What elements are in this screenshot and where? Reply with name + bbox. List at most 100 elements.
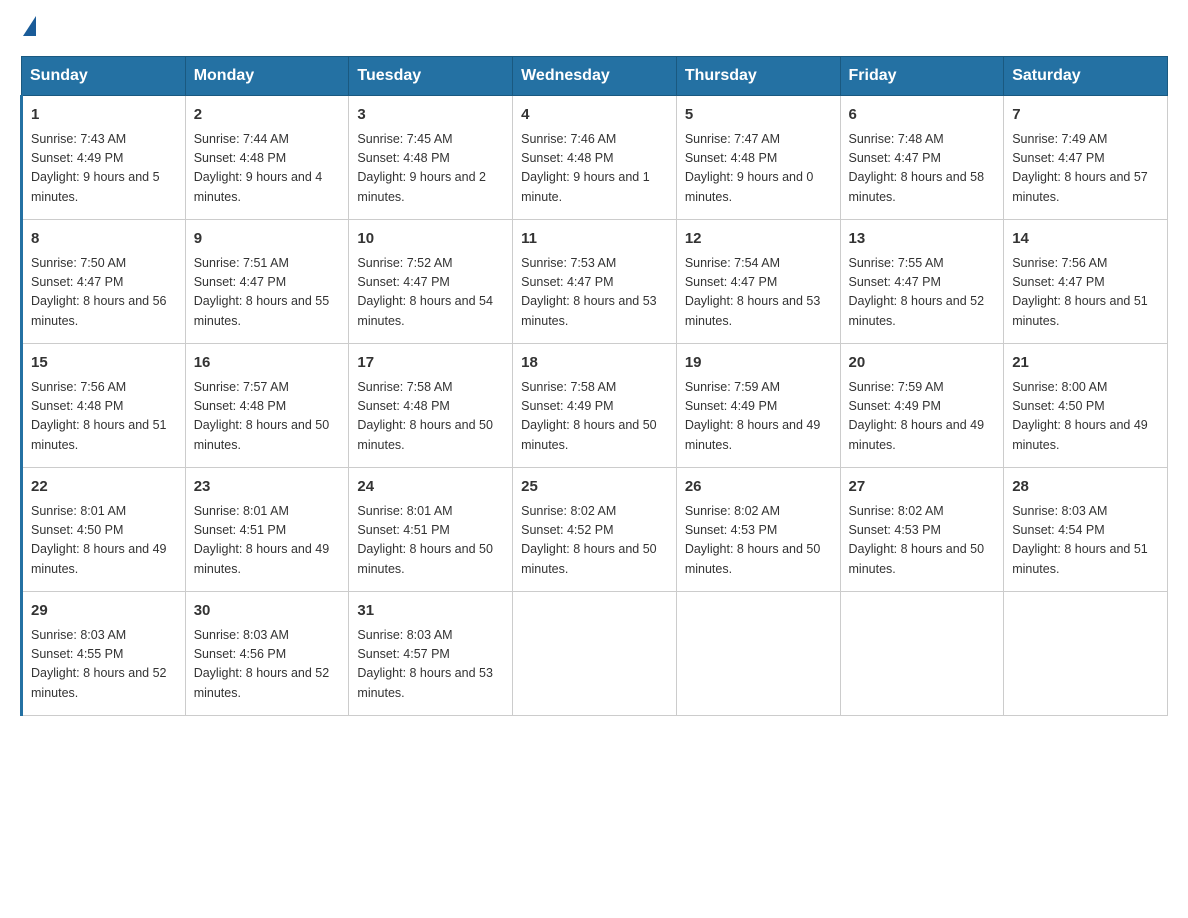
day-info: Sunrise: 8:02 AMSunset: 4:53 PMDaylight:… [685, 502, 832, 580]
calendar-cell: 7 Sunrise: 7:49 AMSunset: 4:47 PMDaylight… [1004, 96, 1168, 220]
day-info: Sunrise: 8:03 AMSunset: 4:56 PMDaylight:… [194, 626, 341, 704]
day-number: 28 [1012, 476, 1159, 499]
day-info: Sunrise: 7:49 AMSunset: 4:47 PMDaylight:… [1012, 130, 1159, 208]
calendar-cell: 28 Sunrise: 8:03 AMSunset: 4:54 PMDayligh… [1004, 468, 1168, 592]
calendar-cell: 20 Sunrise: 7:59 AMSunset: 4:49 PMDayligh… [840, 344, 1004, 468]
calendar-week-2: 8Sunrise: 7:50 AMSunset: 4:47 PMDaylight… [22, 220, 1168, 344]
calendar-cell: 29Sunrise: 8:03 AMSunset: 4:55 PMDayligh… [22, 592, 186, 716]
calendar-cell: 9Sunrise: 7:51 AMSunset: 4:47 PMDaylight… [185, 220, 349, 344]
day-number: 23 [194, 476, 341, 499]
calendar-cell: 27Sunrise: 8:02 AMSunset: 4:53 PMDayligh… [840, 468, 1004, 592]
calendar-cell: 2 Sunrise: 7:44 AMSunset: 4:48 PMDaylight… [185, 96, 349, 220]
day-info: Sunrise: 8:03 AMSunset: 4:55 PMDaylight:… [31, 626, 177, 704]
calendar-table: SundayMondayTuesdayWednesdayThursdayFrid… [20, 56, 1168, 716]
calendar-cell: 6 Sunrise: 7:48 AMSunset: 4:47 PMDaylight… [840, 96, 1004, 220]
day-info: Sunrise: 7:56 AMSunset: 4:48 PMDaylight:… [31, 378, 177, 456]
calendar-cell: 25 Sunrise: 8:02 AMSunset: 4:52 PMDayligh… [513, 468, 677, 592]
day-number: 21 [1012, 352, 1159, 375]
day-info: Sunrise: 7:58 AMSunset: 4:48 PMDaylight:… [357, 378, 504, 456]
calendar-cell: 18 Sunrise: 7:58 AMSunset: 4:49 PMDayligh… [513, 344, 677, 468]
day-info: Sunrise: 7:50 AMSunset: 4:47 PMDaylight:… [31, 254, 177, 332]
col-header-wednesday: Wednesday [513, 57, 677, 96]
calendar-cell: 12 Sunrise: 7:54 AMSunset: 4:47 PMDayligh… [676, 220, 840, 344]
calendar-cell: 10 Sunrise: 7:52 AMSunset: 4:47 PMDayligh… [349, 220, 513, 344]
calendar-cell: 1 Sunrise: 7:43 AMSunset: 4:49 PMDaylight… [22, 96, 186, 220]
day-number: 9 [194, 228, 341, 251]
day-info: Sunrise: 7:59 AMSunset: 4:49 PMDaylight:… [685, 378, 832, 456]
day-info: Sunrise: 8:01 AMSunset: 4:50 PMDaylight:… [31, 502, 177, 580]
day-info: Sunrise: 7:48 AMSunset: 4:47 PMDaylight:… [849, 130, 996, 208]
day-info: Sunrise: 8:03 AMSunset: 4:54 PMDaylight:… [1012, 502, 1159, 580]
day-number: 22 [31, 476, 177, 499]
day-number: 16 [194, 352, 341, 375]
calendar-cell: 23 Sunrise: 8:01 AMSunset: 4:51 PMDayligh… [185, 468, 349, 592]
col-header-saturday: Saturday [1004, 57, 1168, 96]
day-info: Sunrise: 7:53 AMSunset: 4:47 PMDaylight:… [521, 254, 668, 332]
calendar-cell: 14 Sunrise: 7:56 AMSunset: 4:47 PMDayligh… [1004, 220, 1168, 344]
day-number: 31 [357, 600, 504, 623]
day-number: 10 [357, 228, 504, 251]
calendar-cell: 30 Sunrise: 8:03 AMSunset: 4:56 PMDayligh… [185, 592, 349, 716]
calendar-cell: 4 Sunrise: 7:46 AMSunset: 4:48 PMDaylight… [513, 96, 677, 220]
col-header-monday: Monday [185, 57, 349, 96]
day-info: Sunrise: 7:47 AMSunset: 4:48 PMDaylight:… [685, 130, 832, 208]
day-number: 19 [685, 352, 832, 375]
day-info: Sunrise: 7:44 AMSunset: 4:48 PMDaylight:… [194, 130, 341, 208]
day-number: 20 [849, 352, 996, 375]
col-header-tuesday: Tuesday [349, 57, 513, 96]
col-header-sunday: Sunday [22, 57, 186, 96]
day-info: Sunrise: 8:02 AMSunset: 4:52 PMDaylight:… [521, 502, 668, 580]
day-number: 2 [194, 104, 341, 127]
day-number: 1 [31, 104, 177, 127]
page-header [20, 20, 1168, 36]
day-info: Sunrise: 7:58 AMSunset: 4:49 PMDaylight:… [521, 378, 668, 456]
day-number: 13 [849, 228, 996, 251]
day-info: Sunrise: 8:03 AMSunset: 4:57 PMDaylight:… [357, 626, 504, 704]
day-number: 4 [521, 104, 668, 127]
calendar-week-1: 1 Sunrise: 7:43 AMSunset: 4:49 PMDaylight… [22, 96, 1168, 220]
day-number: 18 [521, 352, 668, 375]
calendar-cell: 11 Sunrise: 7:53 AMSunset: 4:47 PMDayligh… [513, 220, 677, 344]
calendar-cell: 24Sunrise: 8:01 AMSunset: 4:51 PMDayligh… [349, 468, 513, 592]
day-number: 7 [1012, 104, 1159, 127]
day-number: 12 [685, 228, 832, 251]
day-number: 15 [31, 352, 177, 375]
calendar-cell: 21 Sunrise: 8:00 AMSunset: 4:50 PMDayligh… [1004, 344, 1168, 468]
day-info: Sunrise: 8:01 AMSunset: 4:51 PMDaylight:… [357, 502, 504, 580]
calendar-cell: 3 Sunrise: 7:45 AMSunset: 4:48 PMDaylight… [349, 96, 513, 220]
day-info: Sunrise: 7:43 AMSunset: 4:49 PMDaylight:… [31, 130, 177, 208]
day-info: Sunrise: 7:57 AMSunset: 4:48 PMDaylight:… [194, 378, 341, 456]
day-number: 5 [685, 104, 832, 127]
calendar-week-5: 29Sunrise: 8:03 AMSunset: 4:55 PMDayligh… [22, 592, 1168, 716]
day-info: Sunrise: 8:01 AMSunset: 4:51 PMDaylight:… [194, 502, 341, 580]
day-number: 14 [1012, 228, 1159, 251]
calendar-week-4: 22 Sunrise: 8:01 AMSunset: 4:50 PMDayligh… [22, 468, 1168, 592]
day-info: Sunrise: 7:56 AMSunset: 4:47 PMDaylight:… [1012, 254, 1159, 332]
calendar-cell: 5 Sunrise: 7:47 AMSunset: 4:48 PMDaylight… [676, 96, 840, 220]
calendar-week-3: 15 Sunrise: 7:56 AMSunset: 4:48 PMDayligh… [22, 344, 1168, 468]
day-info: Sunrise: 7:59 AMSunset: 4:49 PMDaylight:… [849, 378, 996, 456]
calendar-cell [840, 592, 1004, 716]
day-number: 30 [194, 600, 341, 623]
logo [20, 20, 36, 36]
calendar-cell [676, 592, 840, 716]
day-number: 26 [685, 476, 832, 499]
day-number: 11 [521, 228, 668, 251]
calendar-cell: 19 Sunrise: 7:59 AMSunset: 4:49 PMDayligh… [676, 344, 840, 468]
calendar-header: SundayMondayTuesdayWednesdayThursdayFrid… [22, 57, 1168, 96]
col-header-thursday: Thursday [676, 57, 840, 96]
day-number: 27 [849, 476, 996, 499]
calendar-cell: 31 Sunrise: 8:03 AMSunset: 4:57 PMDayligh… [349, 592, 513, 716]
day-info: Sunrise: 7:52 AMSunset: 4:47 PMDaylight:… [357, 254, 504, 332]
day-number: 25 [521, 476, 668, 499]
calendar-cell: 15 Sunrise: 7:56 AMSunset: 4:48 PMDayligh… [22, 344, 186, 468]
day-info: Sunrise: 8:00 AMSunset: 4:50 PMDaylight:… [1012, 378, 1159, 456]
day-info: Sunrise: 7:54 AMSunset: 4:47 PMDaylight:… [685, 254, 832, 332]
calendar-cell: 13Sunrise: 7:55 AMSunset: 4:47 PMDayligh… [840, 220, 1004, 344]
day-info: Sunrise: 7:45 AMSunset: 4:48 PMDaylight:… [357, 130, 504, 208]
day-number: 3 [357, 104, 504, 127]
calendar-cell: 8Sunrise: 7:50 AMSunset: 4:47 PMDaylight… [22, 220, 186, 344]
day-number: 6 [849, 104, 996, 127]
calendar-cell: 26 Sunrise: 8:02 AMSunset: 4:53 PMDayligh… [676, 468, 840, 592]
day-info: Sunrise: 7:46 AMSunset: 4:48 PMDaylight:… [521, 130, 668, 208]
